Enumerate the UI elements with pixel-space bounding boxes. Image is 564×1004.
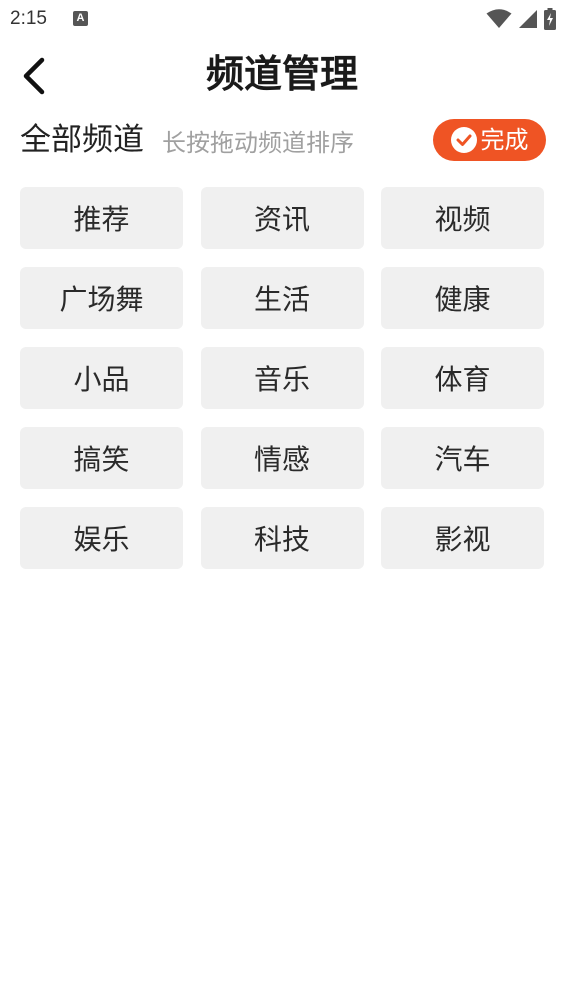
status-icons — [486, 7, 556, 31]
channel-chip[interactable]: 资讯 — [200, 187, 364, 249]
channel-chip[interactable]: 广场舞 — [20, 267, 183, 329]
wifi-icon — [486, 9, 512, 28]
section-hint: 长按拖动频道排序 — [162, 129, 354, 157]
channel-chip[interactable]: 推荐 — [20, 187, 183, 249]
channel-chip[interactable]: 视频 — [381, 187, 544, 249]
channel-grid: 推荐 资讯 视频 广场舞 生活 健康 小品 音乐 体育 搞笑 情感 汽车 娱乐 … — [20, 187, 544, 569]
channel-chip[interactable]: 音乐 — [200, 347, 364, 409]
channel-chip[interactable]: 体育 — [381, 347, 544, 409]
app-header: 频道管理 — [0, 40, 564, 112]
notification-a-icon: A — [73, 11, 88, 26]
channel-chip[interactable]: 小品 — [20, 347, 183, 409]
channel-chip[interactable]: 搞笑 — [20, 427, 183, 489]
status-time: 2:15 — [10, 8, 47, 29]
done-button[interactable]: 完成 — [433, 119, 546, 161]
channel-chip[interactable]: 科技 — [200, 507, 364, 569]
channel-chip[interactable]: 健康 — [381, 267, 544, 329]
channel-chip[interactable]: 汽车 — [381, 427, 544, 489]
signal-icon — [519, 10, 537, 28]
status-bar: 2:15 A — [0, 0, 564, 40]
channel-chip[interactable]: 生活 — [200, 267, 364, 329]
channel-chip[interactable]: 影视 — [381, 507, 544, 569]
battery-charging-icon — [544, 8, 556, 30]
channel-chip[interactable]: 情感 — [200, 427, 364, 489]
channel-chip[interactable]: 娱乐 — [20, 507, 183, 569]
done-button-label: 完成 — [480, 126, 529, 154]
section-title: 全部频道 — [20, 122, 144, 158]
channel-section-header: 全部频道 长按拖动频道排序 完成 — [20, 116, 546, 164]
check-circle-icon — [450, 127, 477, 153]
page-title: 频道管理 — [205, 52, 358, 96]
